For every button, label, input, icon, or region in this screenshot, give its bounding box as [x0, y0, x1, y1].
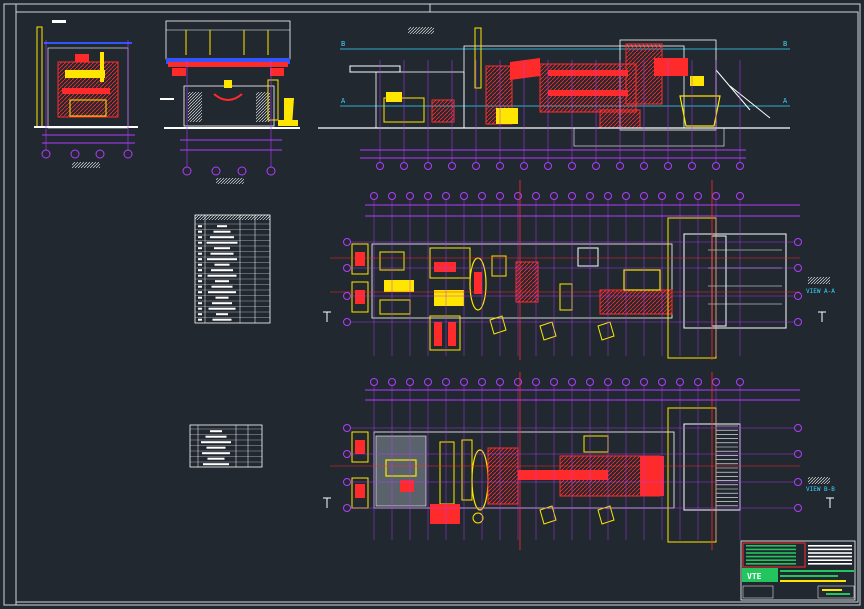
title-block-logo: VTE — [747, 572, 762, 581]
view-b-label: VIEW B-B — [806, 486, 835, 493]
elevation-view-left — [34, 20, 138, 168]
section-marker-b-left: B — [341, 40, 345, 48]
section-marker-a-right: A — [783, 97, 788, 105]
legend-table-1-rows — [195, 223, 270, 321]
title-block — [740, 540, 856, 601]
cad-drawing-canvas: B A B A VIEW A-A VIEW B-B VTE — [3, 3, 861, 606]
plan-view-b — [330, 389, 830, 543]
view-a-label: VIEW A-A — [806, 288, 835, 295]
section-marker-a-left: A — [341, 97, 346, 105]
legend-table-2-rows — [190, 428, 262, 466]
long-elevation-view: B A B A — [318, 27, 790, 159]
legend-table-2 — [189, 424, 263, 468]
section-view-middle — [160, 20, 300, 184]
section-marker-b-right: B — [783, 40, 787, 48]
legend-table-1 — [194, 214, 271, 324]
plan-view-a — [330, 204, 830, 359]
